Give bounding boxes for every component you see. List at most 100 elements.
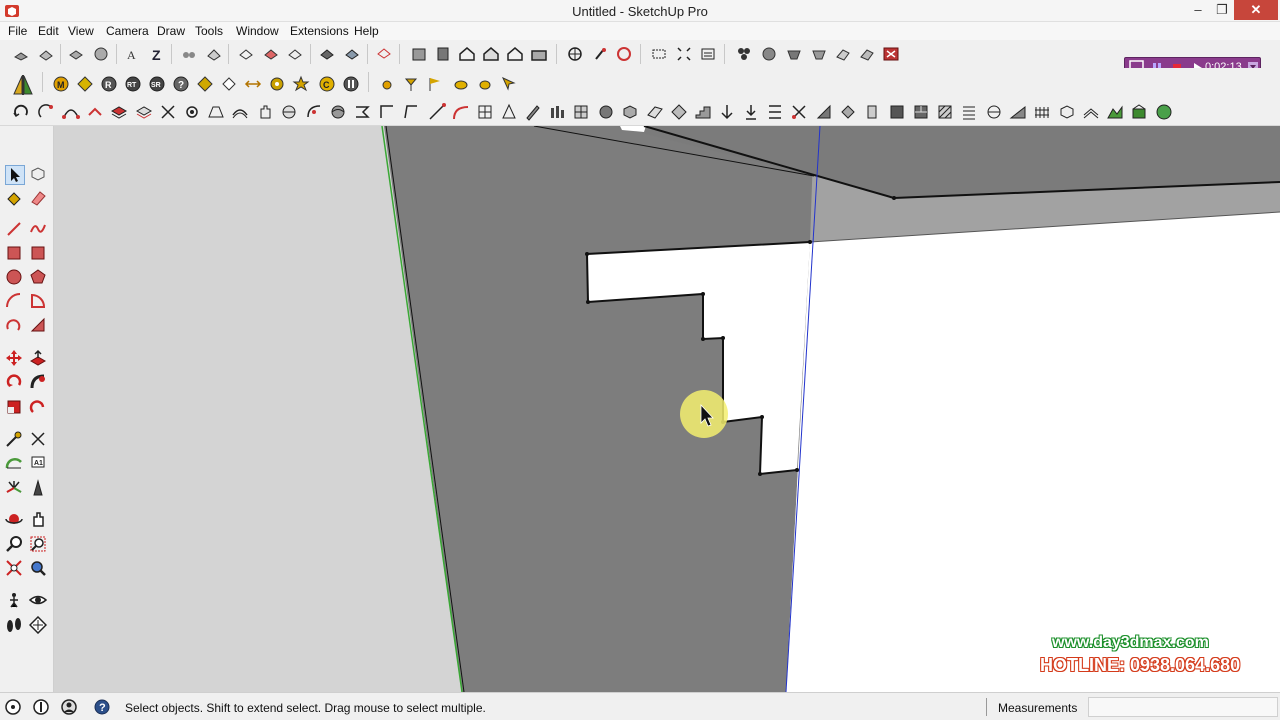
plugin-gear-icon[interactable] xyxy=(268,75,286,93)
stairs-ext-icon[interactable] xyxy=(694,103,712,121)
menu-extensions[interactable]: Extensions xyxy=(290,24,349,38)
restore-button[interactable]: ❐ xyxy=(1208,0,1236,20)
cone-ext-icon[interactable] xyxy=(500,103,518,121)
help-icon[interactable]: ? xyxy=(93,698,111,716)
loft-ext-icon[interactable] xyxy=(207,103,225,121)
blob-ext-icon[interactable] xyxy=(597,103,615,121)
scissors-ext-icon[interactable] xyxy=(790,103,808,121)
shadows-icon[interactable] xyxy=(858,45,876,63)
sketchy-ext-icon[interactable] xyxy=(1082,103,1100,121)
plugin-diamond-icon[interactable] xyxy=(220,75,238,93)
offset-icon[interactable] xyxy=(29,398,49,418)
front-view-icon[interactable] xyxy=(458,45,476,63)
open-icon[interactable] xyxy=(37,45,55,63)
plugin-tag-icon[interactable] xyxy=(76,75,94,93)
ramp-ext-icon[interactable] xyxy=(1009,103,1027,121)
pie-icon[interactable] xyxy=(29,292,49,312)
scenes-icon[interactable] xyxy=(834,45,852,63)
plugin-star-icon[interactable] xyxy=(292,75,310,93)
curve-ext-icon[interactable] xyxy=(62,103,80,121)
brick-ext-icon[interactable] xyxy=(912,103,930,121)
hatch-ext-icon[interactable] xyxy=(936,103,954,121)
menu-help[interactable]: Help xyxy=(354,24,379,38)
section-display-icon[interactable] xyxy=(375,45,393,63)
back-edges-icon[interactable] xyxy=(262,45,280,63)
warehouse-ext-icon[interactable] xyxy=(1155,103,1173,121)
scale-icon[interactable] xyxy=(5,398,25,418)
orbit-small-icon[interactable] xyxy=(566,45,584,63)
plugin-rt-icon[interactable]: RT xyxy=(124,75,142,93)
arc-icon[interactable] xyxy=(5,292,25,312)
align-ext-icon[interactable] xyxy=(766,103,784,121)
3d-text-icon[interactable] xyxy=(29,479,49,499)
plugin-help-icon[interactable]: ? xyxy=(172,75,190,93)
zoom-window-small-icon[interactable] xyxy=(675,45,693,63)
down-ext-icon[interactable] xyxy=(718,103,736,121)
zoom-small-icon[interactable] xyxy=(615,45,633,63)
paint-bucket-icon[interactable] xyxy=(5,189,25,209)
stack-ext-icon[interactable] xyxy=(135,103,153,121)
wireframe-icon[interactable] xyxy=(286,45,304,63)
menu-edit[interactable]: Edit xyxy=(38,24,59,38)
plugin-pause-icon[interactable] xyxy=(342,75,360,93)
drop-ext-icon[interactable] xyxy=(742,103,760,121)
shaded-icon[interactable] xyxy=(318,45,336,63)
model-viewport[interactable] xyxy=(54,126,1280,692)
follow-me-icon[interactable] xyxy=(29,373,49,393)
bend-ext-icon[interactable] xyxy=(305,103,323,121)
layers-icon[interactable] xyxy=(810,45,828,63)
zoom-extents-icon[interactable] xyxy=(5,559,25,579)
geo-location-icon[interactable] xyxy=(4,698,22,716)
hand-ext-icon[interactable] xyxy=(256,103,274,121)
plugin-r-icon[interactable]: R xyxy=(100,75,118,93)
binoculars-icon[interactable] xyxy=(180,45,198,63)
weld-ext-icon[interactable] xyxy=(86,103,104,121)
section-plane-icon[interactable] xyxy=(28,615,49,636)
styles-icon[interactable] xyxy=(785,45,803,63)
look-around-icon[interactable] xyxy=(28,591,49,611)
weave-ext-icon[interactable] xyxy=(985,103,1003,121)
move-icon[interactable] xyxy=(5,349,25,369)
select-icon[interactable] xyxy=(5,165,25,185)
pencil-ext-icon[interactable] xyxy=(524,103,542,121)
protractor-icon[interactable] xyxy=(5,454,25,474)
scene-canvas[interactable] xyxy=(54,126,1280,692)
grid-ext-icon[interactable] xyxy=(476,103,494,121)
make-component-icon[interactable] xyxy=(29,165,49,185)
circle-icon[interactable] xyxy=(5,268,25,288)
left-view-icon[interactable] xyxy=(530,45,548,63)
menu-draw[interactable]: Draw xyxy=(157,24,185,38)
sweep-ext-icon[interactable] xyxy=(231,103,249,121)
shell-ext-icon[interactable] xyxy=(280,103,298,121)
house-green-ext-icon[interactable] xyxy=(1130,103,1148,121)
text-style-icon[interactable]: A xyxy=(124,45,142,63)
cut-icon[interactable] xyxy=(67,45,85,63)
zoom-extents-small-icon[interactable] xyxy=(650,45,668,63)
menu-file[interactable]: File xyxy=(8,24,27,38)
credits-icon[interactable] xyxy=(32,698,50,716)
plugin-m-icon[interactable]: M xyxy=(52,75,70,93)
gear-ext-icon[interactable] xyxy=(183,103,201,121)
three-point-arc-icon[interactable] xyxy=(29,316,49,336)
position-camera-icon[interactable] xyxy=(5,591,25,611)
back-view-icon[interactable] xyxy=(506,45,524,63)
twist-ext-icon[interactable] xyxy=(353,103,371,121)
cube-ext-icon[interactable] xyxy=(1058,103,1076,121)
plane-ext-icon[interactable] xyxy=(646,103,664,121)
pin-tool-icon[interactable] xyxy=(402,75,420,93)
fence-ext-icon[interactable] xyxy=(1033,103,1051,121)
materials-icon[interactable] xyxy=(760,45,778,63)
plugin-sr-icon[interactable]: SR xyxy=(148,75,166,93)
layer-ext-icon[interactable] xyxy=(110,103,128,121)
user-account-icon[interactable] xyxy=(60,698,78,716)
arrow-pin-icon[interactable] xyxy=(500,75,518,93)
ellipse-tool-icon[interactable] xyxy=(452,75,470,93)
close-button[interactable]: ✕ xyxy=(1234,0,1278,20)
orbit-icon[interactable] xyxy=(5,510,25,530)
zoom-icon[interactable] xyxy=(5,535,25,555)
egg-tool-icon[interactable] xyxy=(476,75,494,93)
textured-icon[interactable] xyxy=(343,45,361,63)
new-icon[interactable] xyxy=(12,45,30,63)
dot-tool-icon[interactable] xyxy=(378,75,396,93)
dimension-icon[interactable] xyxy=(29,430,49,450)
